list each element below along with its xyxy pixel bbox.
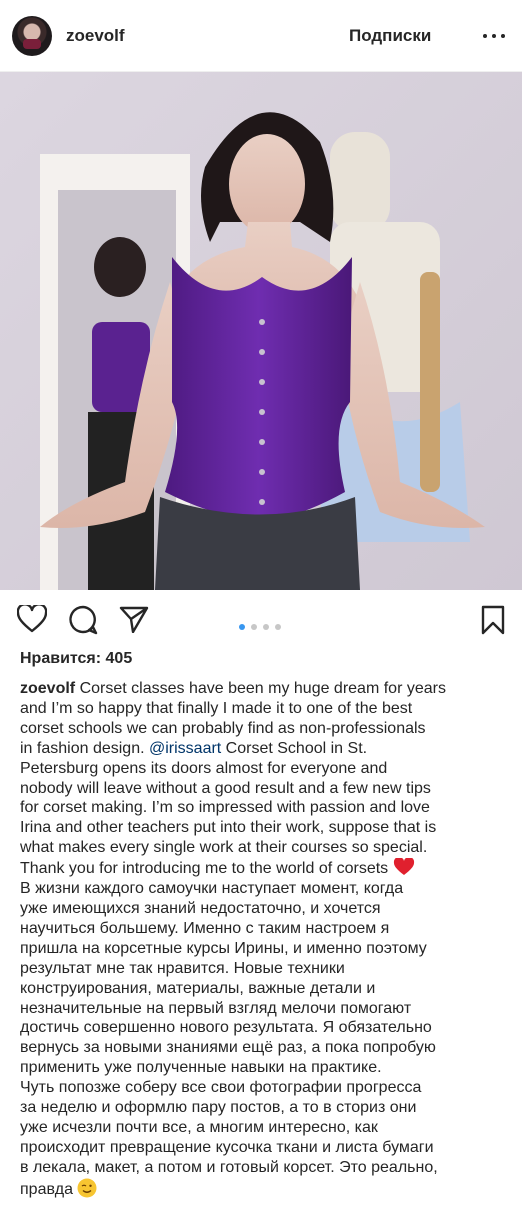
likes-count[interactable]: Нравится: 405: [20, 650, 132, 668]
caption-text: in fashion design.: [20, 739, 149, 757]
post-caption: zoevolf Corset classes have been my huge…: [20, 679, 508, 1200]
caption-username[interactable]: zoevolf: [20, 680, 75, 697]
caption-text: правда: [20, 1180, 78, 1198]
post-image: [0, 72, 522, 590]
caption-line: конструирования, материалы, важные детал…: [20, 979, 376, 997]
caption-line: применить уже полученные навыки на практ…: [20, 1059, 382, 1077]
mention-link[interactable]: @irissaart: [149, 740, 221, 757]
caption-line: Чуть попозже соберу все свои фотографии …: [20, 1079, 422, 1097]
post-header: zoevolf Подписки: [0, 0, 522, 72]
caption-line: and I’m so happy that finally I made it …: [20, 699, 413, 717]
caption-line: уже исчезли почти все, а многим интересн…: [20, 1118, 378, 1136]
carousel-indicator: [239, 617, 287, 630]
caption-line: научиться большему. Именно с таким настр…: [20, 919, 390, 937]
caption-line: незначительные на первый взгляд мелочи п…: [20, 999, 412, 1017]
wink-emoji-icon: [77, 1178, 97, 1198]
carousel-dot: [275, 624, 281, 630]
bookmark-save-icon[interactable]: [481, 605, 505, 635]
caption-line: происходит превращение кусочка ткани и л…: [20, 1138, 434, 1156]
caption-line: пришла на корсетные курсы Ирины, и именн…: [20, 939, 427, 957]
caption-line: В жизни каждого самоучки наступает момен…: [20, 880, 404, 898]
red-heart-emoji-icon: [393, 858, 414, 876]
caption-line: for corset making. I’m so impressed with…: [20, 799, 430, 817]
comment-icon[interactable]: [68, 605, 98, 635]
caption-text: Corset School in St.: [221, 739, 368, 757]
caption-line: достичь совершенно нового результата. Я …: [20, 1019, 432, 1037]
like-heart-icon[interactable]: [17, 605, 47, 633]
caption-line: corset schools we can probably find as n…: [20, 719, 426, 737]
caption-line: Irina and other teachers put into their …: [20, 819, 437, 837]
caption-text: Thank you for introducing me to the worl…: [20, 860, 393, 878]
caption-line: вернусь за новыми знаниями ещё раз, а по…: [20, 1039, 436, 1057]
username-link[interactable]: zoevolf: [66, 26, 125, 46]
caption-line: уже имеющихся знаний недостаточно, и хоч…: [20, 899, 381, 917]
carousel-dot: [263, 624, 269, 630]
share-direct-icon[interactable]: [119, 605, 149, 633]
more-options-icon[interactable]: [483, 22, 505, 46]
post-photo[interactable]: [0, 72, 522, 590]
caption-line: за неделю и оформлю пару постов, а то в …: [20, 1099, 417, 1117]
caption-line: результат мне так нравится. Новые техник…: [20, 959, 345, 977]
carousel-dot: [251, 624, 257, 630]
caption-text: Corset classes have been my huge dream f…: [75, 680, 446, 697]
caption-line: nobody will leave without a good result …: [20, 779, 431, 797]
caption-line: в лекала, макет, а потом и готовый корсе…: [20, 1158, 438, 1176]
caption-line: what makes every single work at their co…: [20, 839, 428, 857]
following-button[interactable]: Подписки: [349, 26, 431, 46]
caption-line: Petersburg opens its doors almost for ev…: [20, 759, 388, 777]
carousel-dot-active: [239, 624, 245, 630]
avatar[interactable]: [12, 16, 52, 56]
post-action-bar: [0, 590, 522, 650]
